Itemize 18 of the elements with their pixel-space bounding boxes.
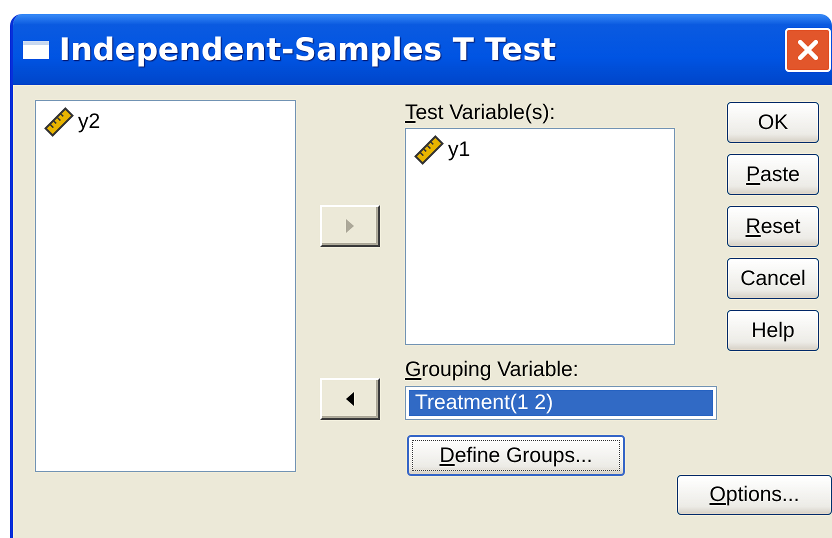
dialog-button[interactable]: Paste <box>727 154 819 195</box>
right-arrow-icon <box>344 218 356 234</box>
grouping-variable-label: Grouping Variable: <box>405 357 579 383</box>
options-button[interactable]: Options... <box>677 475 832 515</box>
dialog-button[interactable]: Cancel <box>727 258 819 299</box>
test-variables-label: Test Variable(s): <box>405 100 556 126</box>
variable-name[interactable]: y2 <box>78 110 100 134</box>
move-button[interactable] <box>320 378 380 420</box>
grouping-variable-field[interactable]: Treatment(1 2) <box>405 386 717 420</box>
window-icon <box>23 40 49 58</box>
dialog-button[interactable]: Help <box>727 310 819 351</box>
dialog-button[interactable]: Reset <box>727 206 819 247</box>
window-title: Independent-Samples T Test <box>59 32 557 68</box>
dialog-button[interactable]: OK <box>727 102 819 143</box>
define-groups-button[interactable]: Define Groups... <box>407 435 625 476</box>
close-button[interactable] <box>785 28 831 72</box>
variable-name[interactable]: y1 <box>448 138 470 162</box>
left-arrow-icon <box>344 391 356 407</box>
